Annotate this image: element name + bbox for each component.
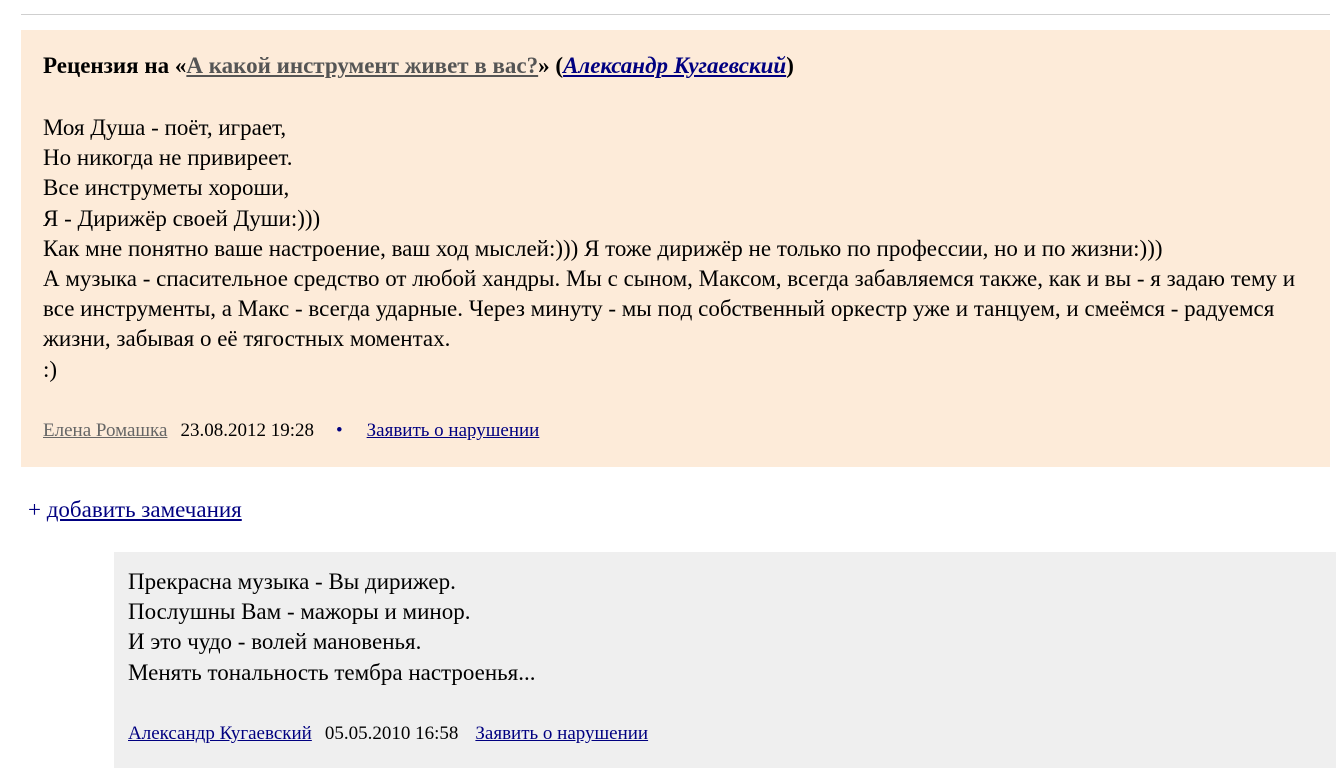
review-line: Как мне понятно ваше настроение, ваш ход…	[43, 235, 1163, 261]
reply-text: Прекрасна музыка - Вы дирижер. Послушны …	[128, 567, 1322, 688]
review-smile: :)	[43, 356, 58, 382]
add-remarks-plus: +	[28, 497, 47, 522]
reply-author-link[interactable]: Александр Кугаевский	[128, 723, 312, 744]
reply-line: Менять тональность тембра настроенья...	[128, 659, 536, 685]
top-divider	[21, 14, 1330, 15]
review-title-prefix: Рецензия на «	[43, 53, 187, 78]
work-author-link[interactable]: Александр Кугаевский	[563, 53, 786, 78]
reply-date: 05.05.2010 16:58	[324, 723, 459, 744]
review-card: Рецензия на «А какой инструмент живет в …	[21, 30, 1330, 467]
review-paragraph: А музыка - спасительное средство от любо…	[43, 266, 1296, 352]
review-line: Но никогда не привиреет.	[43, 145, 293, 171]
reply-report-violation-link[interactable]: Заявить о нарушении	[475, 723, 648, 744]
review-title: Рецензия на «А какой инструмент живет в …	[43, 51, 1308, 81]
add-remarks-link[interactable]: добавить замечания	[47, 497, 242, 522]
report-violation-link[interactable]: Заявить о нарушении	[367, 420, 540, 441]
add-remarks: + добавить замечания	[28, 496, 242, 524]
reply-line: Послушны Вам - мажоры и минор.	[128, 599, 471, 625]
review-meta: Елена Ромашка 23.08.2012 19:28 • Заявить о …	[43, 419, 539, 443]
review-date: 23.08.2012 19:28	[180, 420, 314, 441]
reply-meta: Александр Кугаевский 05.05.2010 16:58 Заяв…	[128, 722, 648, 746]
review-line: Я - Дирижёр своей Души:)))	[43, 205, 321, 231]
reply-card: Прекрасна музыка - Вы дирижер. Послушны …	[114, 552, 1336, 768]
separator-dot: •	[335, 420, 343, 441]
review-title-mid: » (	[538, 53, 564, 78]
work-title-link[interactable]: А какой инструмент живет в вас?	[186, 53, 538, 78]
review-author-link[interactable]: Елена Ромашка	[43, 420, 167, 441]
review-title-suffix: )	[786, 53, 794, 78]
review-line: Все инструметы хороши,	[43, 175, 290, 201]
reply-line: Прекрасна музыка - Вы дирижер.	[128, 569, 456, 594]
review-line: Моя Душа - поёт, играет,	[43, 115, 287, 140]
review-text: Моя Душа - поёт, играет, Но никогда не п…	[43, 113, 1308, 385]
reply-line: И это чудо - волей мановенья.	[128, 629, 422, 655]
